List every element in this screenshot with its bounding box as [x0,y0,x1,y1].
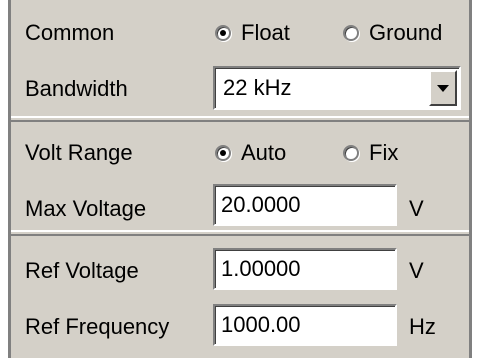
input-config-section: Common Float Ground Bandwidth 22 kHz [11,0,469,116]
reference-section: Ref Voltage 1.00000 V Ref Frequency 1000… [11,236,469,358]
max-voltage-unit: V [409,196,424,221]
radio-unselected-icon [343,145,359,161]
radio-selected-icon [215,145,231,161]
bandwidth-select[interactable]: 22 kHz [213,66,461,110]
volt-range-fix-radio[interactable]: Fix [343,140,398,166]
bandwidth-value: 22 kHz [223,75,292,100]
common-float-radio[interactable]: Float [215,20,290,46]
common-float-label: Float [241,20,290,45]
ref-frequency-label: Ref Frequency [25,314,170,339]
common-ground-label: Ground [369,20,443,45]
ref-voltage-unit: V [409,258,424,283]
ref-frequency-input[interactable]: 1000.00 [213,304,397,346]
ref-voltage-input[interactable]: 1.00000 [213,248,397,290]
volt-range-auto-radio[interactable]: Auto [215,140,286,166]
chevron-down-icon [437,84,449,92]
common-label: Common [25,20,115,45]
volt-range-auto-label: Auto [241,140,287,165]
radio-unselected-icon [343,25,359,41]
bandwidth-label: Bandwidth [25,76,128,101]
max-voltage-input[interactable]: 20.0000 [213,184,397,226]
common-ground-radio[interactable]: Ground [343,20,442,46]
settings-panel: Common Float Ground Bandwidth 22 kHz Vol… [8,0,472,358]
ref-voltage-label: Ref Voltage [25,258,139,283]
max-voltage-label: Max Voltage [25,196,147,221]
volt-range-fix-label: Fix [369,140,399,165]
bandwidth-dropdown-button[interactable] [429,70,457,106]
voltage-range-section: Volt Range Auto Fix Max Voltage 20.0000 … [11,122,469,230]
ref-frequency-unit: Hz [409,314,436,339]
radio-selected-icon [215,25,231,41]
volt-range-label: Volt Range [25,140,133,165]
